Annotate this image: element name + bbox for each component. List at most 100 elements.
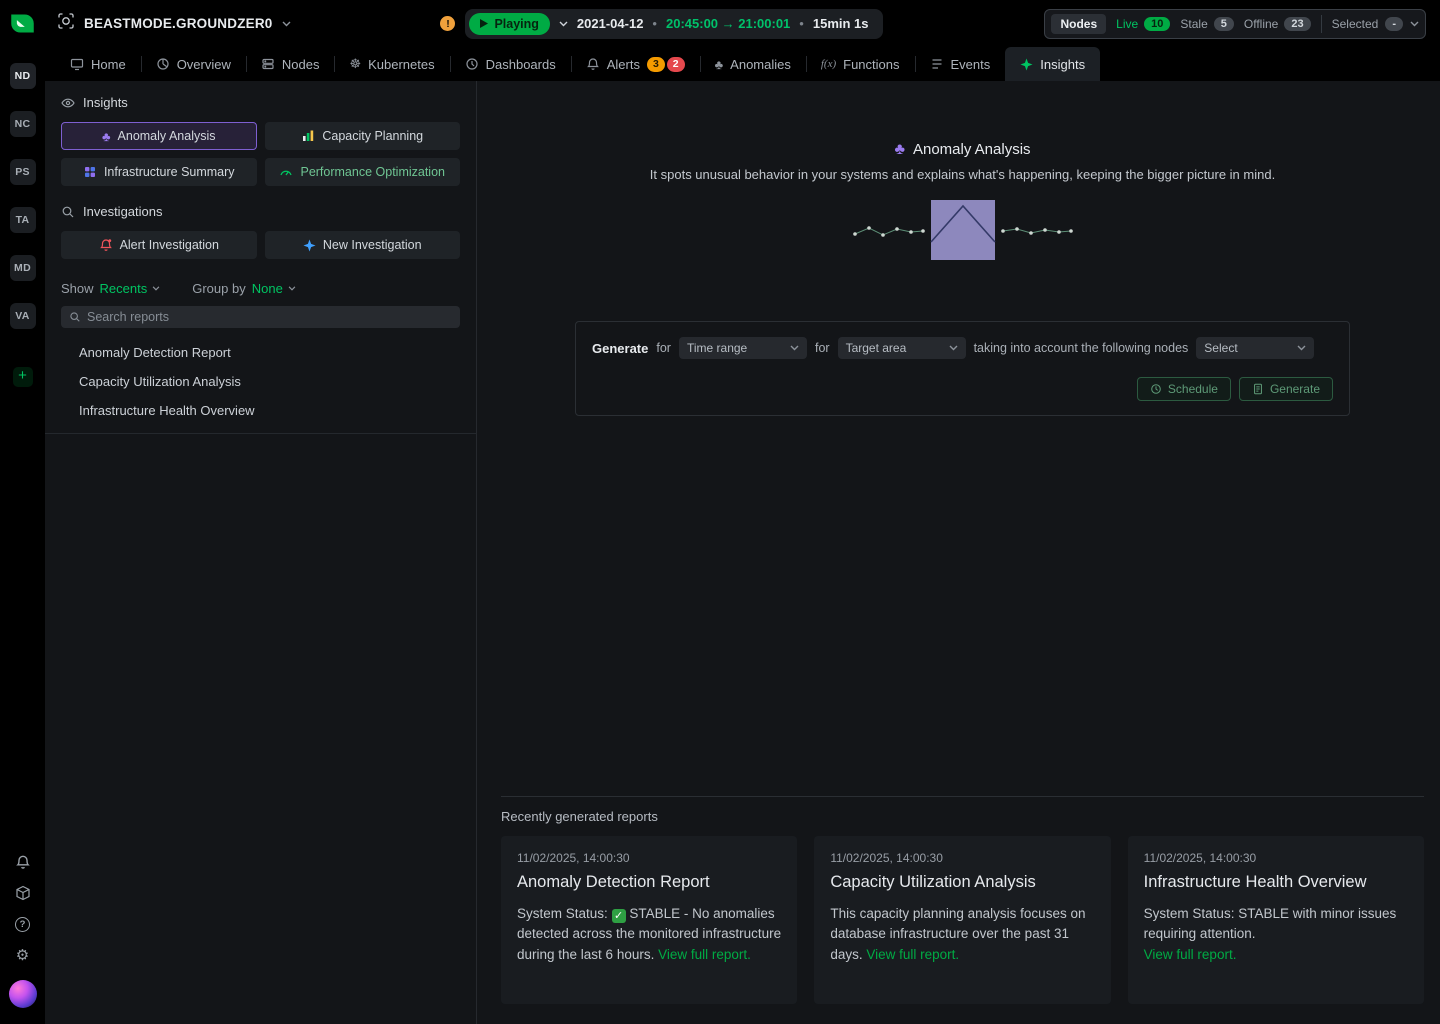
tab-nodes[interactable]: Nodes	[246, 47, 335, 81]
selected-nodes-dropdown[interactable]: Selected -	[1332, 17, 1419, 31]
report-list-item[interactable]: Capacity Utilization Analysis	[61, 367, 460, 396]
stale-nodes-filter[interactable]: Stale 5	[1180, 17, 1233, 31]
report-date: 11/02/2025, 14:00:30	[830, 851, 1094, 865]
rail-bottom-icons: ? ⚙	[9, 854, 37, 1024]
space-tile-nc[interactable]: NC	[10, 111, 36, 137]
add-space-button[interactable]: +	[13, 367, 33, 387]
bullet: •	[652, 16, 657, 31]
date-range-picker[interactable]: Playing 2021-04-12 • 20:45:00 → 21:00:01…	[465, 9, 882, 39]
divider	[1321, 15, 1322, 33]
report-card[interactable]: 11/02/2025, 14:00:30 Capacity Utilizatio…	[814, 836, 1110, 1004]
view-full-report-link[interactable]: View full report.	[658, 947, 751, 962]
capacity-planning-button[interactable]: Capacity Planning	[265, 122, 461, 150]
alerts-critical-badge: 2	[667, 57, 685, 72]
schedule-button[interactable]: Schedule	[1137, 377, 1231, 401]
group-by-dropdown[interactable]: None	[252, 281, 296, 296]
space-tile-nd[interactable]: ND	[10, 63, 36, 89]
status-check-icon: ✓	[612, 909, 626, 923]
view-full-report-link[interactable]: View full report.	[866, 947, 959, 962]
chevron-down-icon	[1410, 21, 1419, 27]
warning-icon[interactable]: !	[440, 16, 455, 31]
infrastructure-summary-button[interactable]: Infrastructure Summary	[61, 158, 257, 186]
kubernetes-icon: ☸	[349, 56, 361, 72]
page-subtitle: It spots unusual behavior in your system…	[501, 167, 1424, 182]
stale-count-badge: 5	[1214, 17, 1234, 31]
tab-home[interactable]: Home	[55, 47, 141, 81]
tab-insights[interactable]: Insights	[1005, 47, 1100, 81]
anomaly-club-icon: ♣	[894, 142, 905, 158]
generate-label: Generate	[592, 341, 648, 356]
tab-events[interactable]: Events	[915, 47, 1006, 81]
nodes-status-cluster: Nodes Live 10 Stale 5 Offline 23 Selecte…	[1044, 9, 1426, 39]
report-summary: System Status: STABLE with minor issues …	[1144, 904, 1408, 965]
nodes-filter-button[interactable]: Nodes	[1051, 14, 1106, 34]
user-avatar[interactable]	[9, 980, 37, 1008]
report-list-item[interactable]: Anomaly Detection Report	[61, 338, 460, 367]
offline-nodes-filter[interactable]: Offline 23	[1244, 17, 1311, 31]
tab-dashboards[interactable]: Dashboards	[450, 47, 571, 81]
report-list-item[interactable]: Infrastructure Health Overview	[61, 396, 460, 425]
eye-icon	[61, 96, 75, 110]
nodes-select[interactable]: Select	[1196, 337, 1314, 359]
space-tile-va[interactable]: VA	[10, 303, 36, 329]
space-switcher[interactable]: BEASTMODE.GROUNDZER0	[57, 12, 291, 35]
report-summary: System Status: ✓ STABLE - No anomalies d…	[517, 904, 781, 965]
report-card[interactable]: 11/02/2025, 14:00:30 Infrastructure Heal…	[1128, 836, 1424, 1004]
offline-count-badge: 23	[1284, 17, 1310, 31]
reports-section-header: Recently generated reports	[501, 809, 1424, 824]
generate-button[interactable]: Generate	[1239, 377, 1333, 401]
alert-investigation-button[interactable]: Alert Investigation	[61, 231, 257, 259]
recently-generated-reports: Recently generated reports 11/02/2025, 1…	[501, 796, 1424, 1004]
main-nav: Home Overview Nodes ☸ Kubernetes Dashboa…	[45, 47, 1440, 81]
space-tile-md[interactable]: MD	[10, 255, 36, 281]
integrations-cube-icon[interactable]	[15, 885, 31, 901]
page-title: ♣ Anomaly Analysis	[501, 141, 1424, 158]
anomaly-analysis-main: ♣ Anomaly Analysis It spots unusual beha…	[477, 81, 1440, 1024]
insights-section-header: Insights	[61, 95, 460, 110]
app-root: ND NC PS TA MD VA + ? ⚙ BEASTMODE.GROUN	[0, 0, 1440, 1024]
alerts-bell-icon	[586, 57, 600, 71]
anomaly-analysis-button[interactable]: ♣ Anomaly Analysis	[61, 122, 257, 150]
workspace-rail: ND NC PS TA MD VA + ? ⚙	[0, 0, 45, 1024]
clock-icon	[1150, 383, 1162, 395]
new-investigation-button[interactable]: New Investigation	[265, 231, 461, 259]
view-full-report-link[interactable]: View full report.	[1144, 947, 1237, 962]
search-reports-input[interactable]	[61, 306, 460, 328]
show-dropdown[interactable]: Recents	[100, 281, 161, 296]
tab-anomalies[interactable]: ♣ Anomalies	[700, 47, 806, 81]
settings-gear-icon[interactable]: ⚙	[15, 947, 31, 963]
alert-bell-icon	[99, 238, 113, 252]
tab-functions[interactable]: f(x) Functions	[806, 47, 915, 81]
live-count-badge: 10	[1144, 17, 1170, 31]
report-card[interactable]: 11/02/2025, 14:00:30 Anomaly Detection R…	[501, 836, 797, 1004]
topbar: BEASTMODE.GROUNDZER0 ! Playing 2021-04-1…	[45, 0, 1440, 47]
playing-button[interactable]: Playing	[469, 13, 549, 35]
notifications-bell-icon[interactable]	[15, 854, 31, 870]
tab-kubernetes[interactable]: ☸ Kubernetes	[334, 47, 449, 81]
netdata-logo-icon[interactable]	[9, 10, 36, 37]
report-summary: This capacity planning analysis focuses …	[830, 904, 1094, 965]
overview-icon	[156, 57, 170, 71]
search-reports	[61, 306, 460, 328]
space-tile-ps[interactable]: PS	[10, 159, 36, 185]
space-tile-ta[interactable]: TA	[10, 207, 36, 233]
play-icon	[480, 19, 488, 28]
investigations-section-header: Investigations	[61, 204, 460, 219]
time-range-select[interactable]: Time range	[679, 337, 807, 359]
help-icon[interactable]: ?	[15, 916, 31, 932]
tab-alerts[interactable]: Alerts 3 2	[571, 47, 700, 81]
live-nodes-filter[interactable]: Live 10	[1116, 17, 1170, 31]
target-area-select[interactable]: Target area	[838, 337, 966, 359]
time-controls: ! Playing 2021-04-12 • 20:45:00 → 21:00:…	[440, 9, 882, 39]
grid-icon	[83, 165, 97, 179]
tab-overview[interactable]: Overview	[141, 47, 246, 81]
group-by-label: Group by	[192, 281, 245, 296]
space-name: BEASTMODE.GROUNDZER0	[84, 16, 273, 31]
content-column: BEASTMODE.GROUNDZER0 ! Playing 2021-04-1…	[45, 0, 1440, 1024]
selected-value-badge: -	[1385, 17, 1403, 31]
space-icon	[57, 12, 75, 35]
performance-optimization-button[interactable]: Performance Optimization	[265, 158, 461, 186]
anomaly-club-icon: ♣	[102, 130, 111, 143]
nodes-icon	[261, 57, 275, 71]
chevron-down-icon[interactable]	[559, 21, 568, 27]
